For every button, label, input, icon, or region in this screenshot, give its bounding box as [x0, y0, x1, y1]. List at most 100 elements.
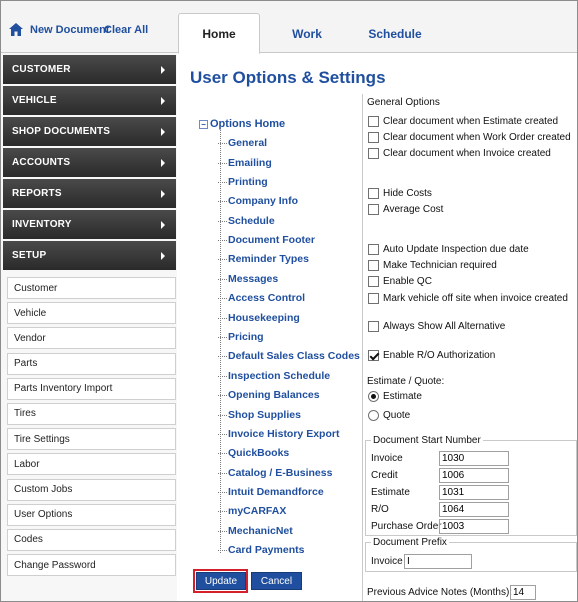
checkbox[interactable]	[368, 132, 379, 143]
tree-item[interactable]: Pricing	[218, 331, 264, 343]
tree-item-label: Invoice History Export	[228, 428, 340, 440]
option-checkbox-row[interactable]: Clear document when Invoice created	[368, 148, 551, 159]
nav-label: ACCOUNTS	[12, 157, 71, 168]
tree-item[interactable]: QuickBooks	[218, 447, 289, 459]
setup-item-codes[interactable]: Codes	[7, 528, 176, 551]
radio-icon[interactable]	[368, 410, 379, 421]
tree-item-label: Card Payments	[228, 544, 305, 556]
tree-item[interactable]: Catalog / E-Business	[218, 467, 332, 479]
radio-estimate[interactable]: Estimate	[368, 391, 422, 402]
doc-number-input[interactable]: 1006	[439, 468, 509, 483]
setup-item-parts-inventory-import[interactable]: Parts Inventory Import	[7, 377, 176, 400]
tree-item-label: General	[228, 137, 268, 149]
checkbox[interactable]	[368, 293, 379, 304]
tree-item[interactable]: Housekeeping	[218, 312, 300, 324]
tree-connector-dash	[218, 453, 227, 454]
chevron-right-icon	[161, 66, 165, 74]
checkbox-label: Clear document when Estimate created	[383, 116, 559, 127]
doc-number-input[interactable]: 1030	[439, 451, 509, 466]
tree-item[interactable]: myCARFAX	[218, 505, 286, 517]
option-checkbox-row[interactable]: Clear document when Estimate created	[368, 116, 558, 127]
tree-item[interactable]: Reminder Types	[218, 253, 309, 265]
setup-item-parts[interactable]: Parts	[7, 352, 176, 375]
radio-quote[interactable]: Quote	[368, 410, 410, 421]
new-document-link[interactable]: New Document	[30, 24, 109, 36]
doc-number-label: Invoice	[371, 453, 403, 464]
tab-work[interactable]: Work	[269, 13, 345, 54]
option-checkbox-row[interactable]: Always Show All Alternative	[368, 321, 505, 332]
tree-item[interactable]: MechanicNet	[218, 525, 293, 537]
tree-item[interactable]: General	[218, 137, 267, 149]
update-button[interactable]: Update	[196, 572, 246, 590]
advice-input[interactable]: 14	[510, 585, 536, 600]
tree-item[interactable]: Shop Supplies	[218, 409, 301, 421]
tree-item[interactable]: Messages	[218, 273, 278, 285]
tree-item[interactable]: Inspection Schedule	[218, 370, 330, 382]
checkbox[interactable]	[368, 244, 379, 255]
tree-item[interactable]: Company Info	[218, 195, 298, 207]
tree-item-label: Reminder Types	[228, 253, 309, 265]
clear-all-link[interactable]: Clear All	[104, 24, 148, 36]
option-checkbox-row[interactable]: Enable QC	[368, 276, 432, 287]
checkbox[interactable]	[368, 260, 379, 271]
checkbox[interactable]	[368, 321, 379, 332]
option-checkbox-row[interactable]: Average Cost	[368, 204, 443, 215]
tree-item[interactable]: Access Control	[218, 292, 305, 304]
nav-accounts[interactable]: ACCOUNTS	[3, 148, 176, 177]
nav-inventory[interactable]: INVENTORY	[3, 210, 176, 239]
option-checkbox-row[interactable]: Mark vehicle off site when invoice creat…	[368, 293, 568, 304]
setup-item-change-password[interactable]: Change Password	[7, 554, 176, 577]
setup-item-vehicle[interactable]: Vehicle	[7, 302, 176, 325]
tree-connector-dash	[218, 163, 227, 164]
checkbox[interactable]	[368, 188, 379, 199]
tree-item[interactable]: Intuit Demandforce	[218, 486, 324, 498]
prefix-input[interactable]: I	[404, 554, 472, 569]
setup-item-custom-jobs[interactable]: Custom Jobs	[7, 478, 176, 501]
doc-number-input[interactable]: 1003	[439, 519, 509, 534]
tree-item[interactable]: Emailing	[218, 157, 272, 169]
advice-label: Previous Advice Notes (Months):	[367, 587, 513, 598]
checkbox[interactable]	[368, 276, 379, 287]
tab-schedule[interactable]: Schedule	[356, 13, 434, 54]
tree-item[interactable]: Default Sales Class Codes	[218, 350, 360, 362]
setup-item-vendor[interactable]: Vendor	[7, 327, 176, 350]
setup-item-labor[interactable]: Labor	[7, 453, 176, 476]
nav-shop-documents[interactable]: SHOP DOCUMENTS	[3, 117, 176, 146]
radio-label: Quote	[383, 410, 411, 421]
option-checkbox-row[interactable]: Enable R/O Authorization	[368, 350, 495, 361]
checkbox[interactable]	[368, 204, 379, 215]
tree-item-label: MechanicNet	[228, 525, 293, 537]
setup-item-tires[interactable]: Tires	[7, 402, 176, 425]
nav-vehicle[interactable]: VEHICLE	[3, 86, 176, 115]
checkbox[interactable]	[368, 350, 379, 361]
tree-item[interactable]: Schedule	[218, 215, 275, 227]
tab-home[interactable]: Home	[178, 13, 260, 54]
home-icon[interactable]	[9, 23, 23, 36]
tree-root[interactable]: − Options Home	[199, 118, 285, 130]
nav-customer[interactable]: CUSTOMER	[3, 55, 176, 84]
tree-item[interactable]: Document Footer	[218, 234, 315, 246]
collapse-icon[interactable]: −	[199, 119, 208, 129]
nav-reports[interactable]: REPORTS	[3, 179, 176, 208]
option-checkbox-row[interactable]: Auto Update Inspection due date	[368, 244, 529, 255]
option-checkbox-row[interactable]: Hide Costs	[368, 188, 432, 199]
checkbox[interactable]	[368, 148, 379, 159]
tree-item[interactable]: Invoice History Export	[218, 428, 339, 440]
doc-number-input[interactable]: 1031	[439, 485, 509, 500]
setup-item-tire-settings[interactable]: Tire Settings	[7, 428, 176, 451]
radio-icon[interactable]	[368, 391, 379, 402]
checkbox-label: Clear document when Work Order created	[383, 132, 571, 143]
doc-number-input[interactable]: 1064	[439, 502, 509, 517]
checkbox[interactable]	[368, 116, 379, 127]
tree-item-label: Pricing	[228, 331, 264, 343]
tree-item[interactable]: Opening Balances	[218, 389, 320, 401]
tree-item[interactable]: Card Payments	[218, 544, 304, 556]
setup-item-user-options[interactable]: User Options	[7, 503, 176, 526]
tree-item[interactable]: Printing	[218, 176, 268, 188]
option-checkbox-row[interactable]: Clear document when Work Order created	[368, 132, 571, 143]
nav-setup[interactable]: SETUP	[3, 241, 176, 270]
cancel-button[interactable]: Cancel	[251, 572, 302, 590]
tree-item-label: Catalog / E-Business	[228, 467, 333, 479]
setup-item-customer[interactable]: Customer	[7, 277, 176, 299]
option-checkbox-row[interactable]: Make Technician required	[368, 260, 497, 271]
